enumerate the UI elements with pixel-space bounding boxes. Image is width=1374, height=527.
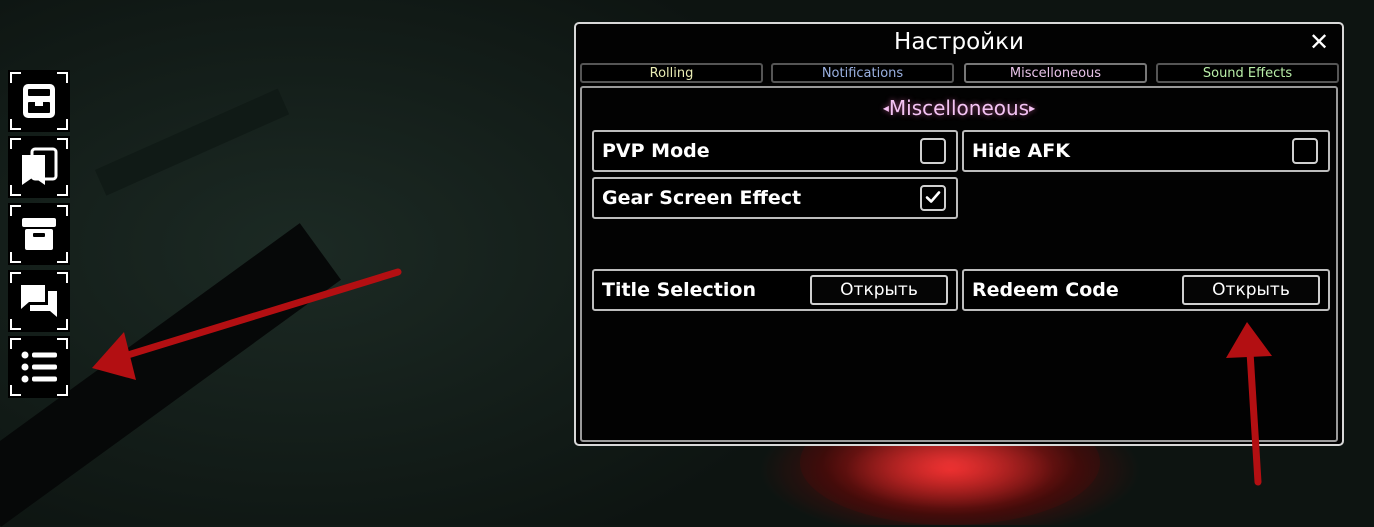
inventory-icon xyxy=(23,84,55,118)
redeem-code-open-button[interactable]: Открыть xyxy=(1182,275,1320,305)
close-icon[interactable]: ✕ xyxy=(1306,28,1332,56)
tab-rolling[interactable]: Rolling xyxy=(580,63,763,83)
hide-afk-checkbox[interactable] xyxy=(1292,138,1318,164)
gear-screen-effect-option: Gear Screen Effect xyxy=(592,177,958,219)
collection-icon xyxy=(22,147,58,185)
scenery-shadow-wedge xyxy=(95,88,290,196)
title-selection-option: Title Selection Открыть xyxy=(592,269,958,311)
section-title: ◂Miscelloneous▸ xyxy=(582,96,1336,120)
chat-button[interactable] xyxy=(8,270,70,332)
settings-content: ◂Miscelloneous▸ PVP Mode Hide AFK Gear S… xyxy=(580,86,1338,442)
pvp-mode-option: PVP Mode xyxy=(592,130,958,172)
gear-screen-effect-checkbox[interactable] xyxy=(920,185,946,211)
option-label: Title Selection xyxy=(602,279,756,301)
option-label: PVP Mode xyxy=(602,140,710,162)
checkmark-icon xyxy=(925,191,941,203)
tab-sound-effects[interactable]: Sound Effects xyxy=(1156,63,1339,83)
section-title-text: Miscelloneous xyxy=(888,96,1030,120)
option-label: Redeem Code xyxy=(972,279,1119,301)
pvp-mode-checkbox[interactable] xyxy=(920,138,946,164)
tab-label: Notifications xyxy=(821,66,904,81)
section-next-icon[interactable]: ▸ xyxy=(1029,101,1035,115)
title-selection-open-button[interactable]: Открыть xyxy=(810,275,948,305)
panel-title: Настройки xyxy=(894,29,1024,55)
tab-label: Sound Effects xyxy=(1202,66,1293,81)
settings-panel: Настройки ✕ Rolling Notifications Miscel… xyxy=(574,22,1344,446)
tab-miscelloneous[interactable]: Miscelloneous xyxy=(964,63,1147,83)
collection-button[interactable] xyxy=(8,136,70,198)
tab-label: Miscelloneous xyxy=(1009,66,1102,81)
redeem-code-option: Redeem Code Открыть xyxy=(962,269,1330,311)
inventory-button[interactable] xyxy=(8,70,70,132)
hide-afk-option: Hide AFK xyxy=(962,130,1330,172)
chat-icon xyxy=(21,285,57,317)
storage-box-icon xyxy=(22,218,56,250)
tab-label: Rolling xyxy=(649,66,694,81)
option-label: Gear Screen Effect xyxy=(602,187,802,209)
menu-list-icon xyxy=(21,351,57,383)
menu-list-button[interactable] xyxy=(8,336,70,398)
option-label: Hide AFK xyxy=(972,140,1070,162)
storage-button[interactable] xyxy=(8,203,70,265)
tab-notifications[interactable]: Notifications xyxy=(771,63,954,83)
